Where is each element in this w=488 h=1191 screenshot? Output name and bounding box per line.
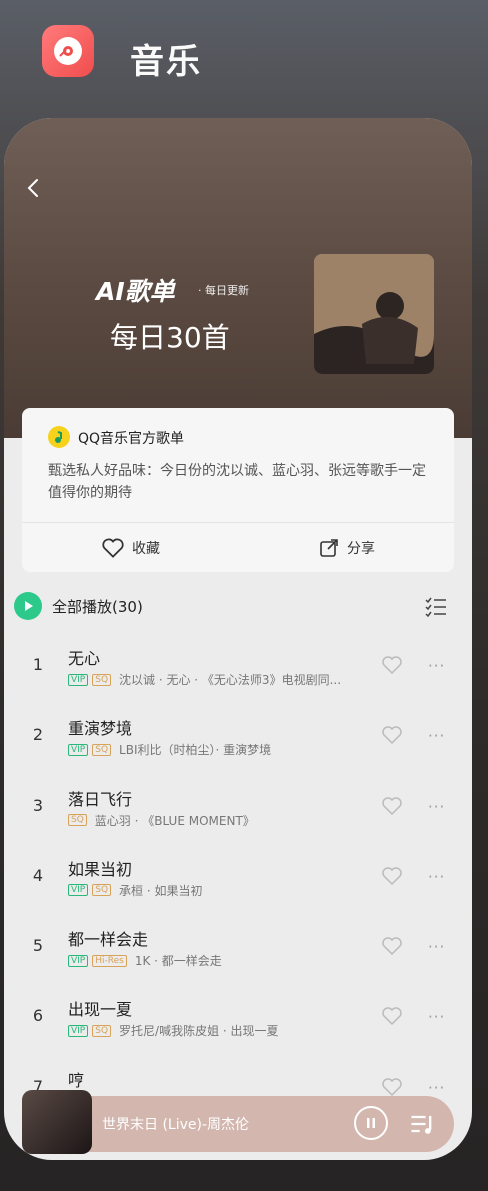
song-meta: VIP SQ LBI利比（时柏尘）· 重演梦境 (68, 741, 271, 758)
song-title: 如果当初 (68, 859, 133, 879)
song-title: 哼 (68, 1070, 85, 1090)
more-icon[interactable]: ··· (428, 1008, 445, 1026)
song-artist-album: 罗托尼/喊我陈皮姐 · 出现一夏 (119, 1024, 279, 1039)
song-tag: SQ (92, 884, 112, 897)
heart-icon[interactable] (380, 934, 404, 958)
mini-player-cover (22, 1090, 92, 1154)
share-icon (320, 538, 338, 557)
play-all-label: 全部播放(30) (52, 598, 143, 616)
share-label: 分享 (347, 540, 375, 557)
song-number: 3 (32, 795, 44, 815)
song-tag: SQ (92, 743, 112, 756)
pause-icon (367, 1118, 375, 1128)
playlist-hero: AI歌单 · 每日更新 每日30首 (4, 118, 472, 438)
song-artist-album: 蓝心羽 · 《BLUE MOMENT》 (94, 813, 255, 828)
heart-icon[interactable] (380, 794, 404, 818)
song-artist-album: 1K · 都一样会走 (134, 954, 222, 969)
more-icon[interactable]: ··· (428, 1079, 445, 1097)
song-list: 1 无心 VIP SQ 沈以诚 · 无心 · 《无心法师3》电视剧同... ··· … (4, 633, 472, 1125)
song-artist-album: LBI利比（时柏尘）· 重演梦境 (119, 743, 272, 758)
music-disc-icon[interactable] (42, 25, 94, 77)
song-row[interactable]: 5 都一样会走 VIP Hi-Res 1K · 都一样会走 ··· (4, 914, 472, 984)
song-row[interactable]: 3 落日飞行 SQ 蓝心羽 · 《BLUE MOMENT》 ··· (4, 774, 472, 844)
share-button[interactable]: 分享 (238, 523, 454, 572)
song-title: 落日飞行 (68, 789, 133, 809)
playlist-cover (314, 254, 434, 374)
song-row[interactable]: 2 重演梦境 VIP SQ LBI利比（时柏尘）· 重演梦境 ··· (4, 703, 472, 773)
song-tag: VIP (68, 884, 89, 897)
song-tag: SQ (68, 814, 87, 827)
song-title: 都一样会走 (68, 930, 149, 950)
update-label: · 每日更新 (198, 284, 249, 297)
song-tag: VIP (68, 673, 89, 686)
official-label: QQ音乐官方歌单 (78, 431, 185, 447)
collect-button[interactable]: 收藏 (22, 523, 238, 572)
song-tag: Hi-Res (92, 954, 127, 967)
song-number: 5 (32, 936, 44, 956)
song-meta: VIP SQ 承桓 · 如果当初 (68, 882, 203, 899)
song-row[interactable]: 6 出现一夏 VIP SQ 罗托尼/喊我陈皮姐 · 出现一夏 ··· (4, 984, 472, 1054)
action-row: 收藏 分享 (22, 522, 454, 572)
song-meta: VIP SQ 罗托尼/喊我陈皮姐 · 出现一夏 (68, 1022, 279, 1039)
play-all-icon[interactable] (14, 592, 42, 620)
playlist-description: 甄选私人好品味：今日份的沈以诚、蓝心羽、张远等歌手一定值得你的期待 (48, 463, 426, 501)
more-icon[interactable]: ··· (428, 798, 445, 816)
more-icon[interactable]: ··· (428, 727, 445, 745)
song-meta: VIP SQ 沈以诚 · 无心 · 《无心法师3》电视剧同... (68, 671, 341, 688)
mini-player[interactable]: 世界末日 (Live)-周杰伦 (22, 1090, 454, 1154)
song-title: 出现一夏 (68, 1000, 133, 1020)
heart-icon[interactable] (380, 653, 404, 677)
heart-icon[interactable] (380, 1004, 404, 1028)
song-row[interactable]: 4 如果当初 VIP SQ 承桓 · 如果当初 ··· (4, 844, 472, 914)
app-header: 音乐 (0, 0, 488, 110)
heart-icon[interactable] (380, 723, 404, 747)
pause-button[interactable] (354, 1106, 388, 1140)
song-meta: VIP Hi-Res 1K · 都一样会走 (68, 952, 222, 969)
heart-icon[interactable] (380, 864, 404, 888)
collect-label: 收藏 (132, 540, 160, 557)
playlist-card: AI歌单 · 每日更新 每日30首 QQ音乐官方歌单 甄选私人好品味：今日份的沈… (4, 118, 472, 1160)
back-icon[interactable] (22, 176, 46, 200)
heart-icon (102, 538, 124, 558)
song-number: 2 (32, 725, 44, 745)
song-title: 重演梦境 (68, 719, 133, 739)
song-artist-album: 沈以诚 · 无心 · 《无心法师3》电视剧同... (119, 673, 342, 687)
song-title: 无心 (68, 649, 101, 668)
ai-playlist-label: AI歌单 (96, 277, 175, 306)
song-artist-album: 承桓 · 如果当初 (119, 883, 203, 898)
song-number: 4 (32, 865, 44, 885)
song-tag: VIP (68, 1024, 89, 1037)
more-icon[interactable]: ··· (428, 868, 445, 886)
more-icon[interactable]: ··· (428, 657, 445, 675)
song-tag: SQ (92, 673, 112, 686)
queue-icon[interactable] (408, 1110, 436, 1138)
song-tag: SQ (92, 1024, 112, 1037)
app-title: 音乐 (130, 42, 202, 82)
mini-player-title: 世界末日 (Live)-周杰伦 (102, 1117, 250, 1133)
song-row[interactable]: 1 无心 VIP SQ 沈以诚 · 无心 · 《无心法师3》电视剧同... ··· (4, 633, 472, 703)
playlist-title: 每日30首 (110, 321, 230, 354)
qq-music-icon (48, 426, 70, 448)
song-meta: SQ 蓝心羽 · 《BLUE MOMENT》 (68, 812, 255, 829)
song-number: 1 (32, 655, 44, 674)
play-all-row[interactable]: 全部播放(30) (4, 588, 472, 624)
song-number: 6 (32, 1006, 44, 1026)
song-tag: VIP (68, 743, 89, 756)
song-tag: VIP (68, 954, 89, 967)
playlist-info: QQ音乐官方歌单 甄选私人好品味：今日份的沈以诚、蓝心羽、张远等歌手一定值得你的… (22, 408, 454, 572)
multi-select-icon[interactable] (424, 594, 448, 618)
more-icon[interactable]: ··· (428, 938, 445, 956)
